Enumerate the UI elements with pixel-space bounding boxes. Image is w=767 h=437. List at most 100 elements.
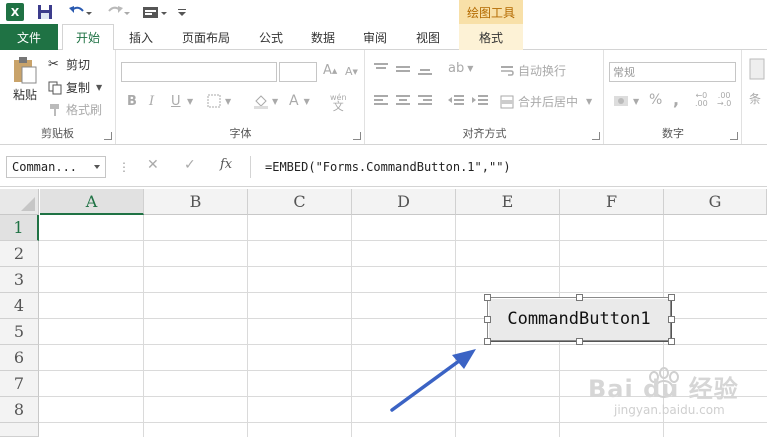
copy-icon — [48, 81, 62, 95]
tab-file[interactable]: 文件 — [0, 24, 58, 50]
decrease-indent-icon[interactable] — [448, 94, 464, 106]
undo-icon[interactable] — [66, 2, 94, 22]
increase-indent-icon[interactable] — [472, 94, 488, 106]
clipboard-group: 粘贴 ✂ 剪切 复制 ▼ 格式刷 剪贴板 — [0, 50, 116, 144]
paste-icon — [14, 57, 37, 84]
cancel-icon[interactable]: ✕ — [147, 157, 159, 173]
redo-icon[interactable] — [104, 2, 132, 22]
decrease-font-icon[interactable]: A ▼ — [345, 65, 358, 78]
increase-decimal-icon[interactable]: ←0.00 — [695, 92, 708, 108]
select-all-button[interactable] — [0, 189, 39, 215]
column-header-g[interactable]: G — [664, 189, 767, 215]
tab-home[interactable]: 开始 — [62, 24, 114, 51]
resize-handle[interactable] — [484, 338, 491, 345]
number-launcher-icon[interactable] — [730, 132, 738, 140]
align-bottom-icon[interactable] — [418, 63, 432, 75]
cut-button[interactable]: ✂ 剪切 — [48, 56, 90, 73]
resize-handle[interactable] — [668, 294, 675, 301]
underline-button[interactable]: U — [171, 94, 181, 109]
clipboard-launcher-icon[interactable] — [104, 132, 112, 140]
wrap-text-button[interactable]: 自动换行 — [500, 62, 566, 79]
ribbon-tabs: 文件 开始 插入 页面布局 公式 数据 审阅 视图 格式 — [0, 24, 767, 51]
row-header-1[interactable]: 1 — [0, 215, 39, 241]
column-header-d[interactable]: D — [352, 189, 456, 215]
name-box[interactable]: Comman... — [6, 156, 106, 178]
underline-dropdown-icon[interactable]: ▼ — [187, 97, 193, 106]
grid-line — [39, 266, 767, 267]
column-header-f[interactable]: F — [560, 189, 664, 215]
form-icon[interactable] — [140, 2, 170, 22]
grip-icon[interactable]: ⋮ — [118, 160, 130, 174]
resize-handle[interactable] — [668, 316, 675, 323]
row-header-8[interactable]: 8 — [0, 397, 39, 423]
wrap-text-icon — [500, 64, 514, 78]
font-size-select[interactable] — [279, 62, 317, 82]
font-launcher-icon[interactable] — [353, 132, 361, 140]
grid-line — [351, 215, 352, 437]
resize-handle[interactable] — [484, 294, 491, 301]
chevron-down-icon — [94, 165, 100, 169]
grid-line — [247, 215, 248, 437]
row-header-3[interactable]: 3 — [0, 267, 39, 293]
command-button-control[interactable]: CommandButton1 — [487, 297, 671, 341]
align-top-icon[interactable] — [374, 63, 388, 75]
resize-handle[interactable] — [484, 316, 491, 323]
align-left-icon[interactable] — [374, 94, 388, 106]
bold-button[interactable]: B — [127, 94, 137, 109]
column-header-c[interactable]: C — [248, 189, 352, 215]
row-header-7[interactable]: 7 — [0, 371, 39, 397]
row-header-5[interactable]: 5 — [0, 319, 39, 345]
increase-font-icon[interactable]: A ▲ — [323, 63, 337, 78]
percent-button[interactable]: % — [649, 92, 662, 108]
alignment-launcher-icon[interactable] — [592, 132, 600, 140]
row-header-4[interactable]: 4 — [0, 293, 39, 319]
tab-view[interactable]: 视图 — [405, 24, 451, 50]
paste-button[interactable]: 粘贴 — [8, 56, 42, 103]
number-group-label: 数字 — [662, 127, 684, 140]
column-header-a[interactable]: A — [40, 189, 144, 215]
fill-color-icon[interactable]: ▼ — [253, 93, 278, 109]
comma-button[interactable]: , — [673, 90, 679, 109]
align-center-icon[interactable] — [396, 94, 410, 106]
number-format-select[interactable]: 常规 — [609, 62, 736, 82]
row-header-9[interactable] — [0, 423, 39, 437]
insert-function-button[interactable]: fx — [220, 157, 232, 172]
phonetic-icon[interactable]: wén 文 — [330, 93, 347, 112]
alignment-group-label: 对齐方式 — [462, 127, 507, 140]
align-middle-icon[interactable] — [396, 63, 410, 75]
row-header-6[interactable]: 6 — [0, 345, 39, 371]
copy-button[interactable]: 复制 ▼ — [48, 79, 102, 96]
tab-format[interactable]: 格式 — [459, 24, 523, 50]
formula-input[interactable]: =EMBED("Forms.CommandButton.1","") — [250, 156, 765, 178]
resize-handle[interactable] — [576, 294, 583, 301]
tab-insert[interactable]: 插入 — [118, 24, 164, 50]
italic-button[interactable]: I — [149, 94, 154, 109]
enter-icon[interactable]: ✓ — [184, 157, 196, 173]
grid-line — [39, 240, 767, 241]
row-header-2[interactable]: 2 — [0, 241, 39, 267]
align-right-icon[interactable] — [418, 94, 432, 106]
tab-page-layout[interactable]: 页面布局 — [170, 24, 242, 50]
customize-qat-icon[interactable] — [176, 2, 188, 22]
merge-center-button[interactable]: 合并后居中 ▼ — [500, 93, 592, 110]
save-icon[interactable] — [36, 2, 54, 22]
tab-formulas[interactable]: 公式 — [248, 24, 294, 50]
column-header-b[interactable]: B — [144, 189, 248, 215]
conditional-format-icon[interactable] — [749, 58, 765, 80]
decrease-decimal-icon[interactable]: .00 →.0 — [717, 92, 731, 108]
orientation-icon[interactable]: ab ▼ — [448, 61, 473, 76]
border-icon[interactable]: ▼ — [207, 94, 231, 108]
copy-label: 复制 — [66, 81, 91, 95]
font-color-icon[interactable]: A ▼ — [289, 93, 310, 109]
resize-handle[interactable] — [576, 338, 583, 345]
tab-data[interactable]: 数据 — [300, 24, 346, 50]
grid-line — [143, 215, 144, 437]
format-painter-button[interactable]: 格式刷 — [48, 101, 102, 118]
font-name-select[interactable] — [121, 62, 277, 82]
tab-review[interactable]: 审阅 — [352, 24, 398, 50]
excel-logo-icon: X — [6, 3, 24, 21]
wrap-text-label: 自动换行 — [518, 64, 567, 78]
resize-handle[interactable] — [668, 338, 675, 345]
column-header-e[interactable]: E — [456, 189, 560, 215]
accounting-format-icon[interactable]: ▼ — [613, 94, 639, 108]
